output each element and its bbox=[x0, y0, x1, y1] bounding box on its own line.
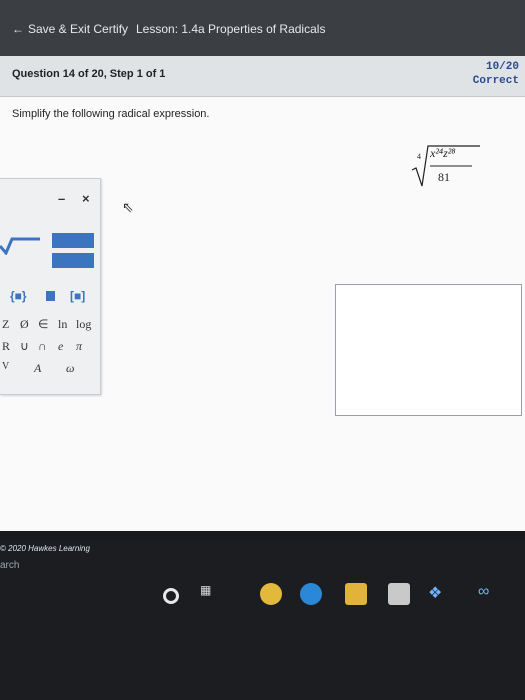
omega-symbol-button[interactable]: ω bbox=[66, 361, 74, 376]
a-symbol-button[interactable]: A bbox=[34, 361, 41, 376]
reals-symbol-button[interactable]: R bbox=[2, 339, 10, 354]
bracket-button[interactable]: [■] bbox=[70, 289, 85, 303]
empty-set-symbol-button[interactable]: Ø bbox=[20, 317, 29, 332]
log-button[interactable]: log bbox=[76, 317, 91, 332]
integers-symbol-button[interactable]: Z bbox=[2, 317, 9, 332]
fraction-top-icon bbox=[52, 233, 94, 248]
question-title: Question 14 of 20, Step 1 of 1 bbox=[12, 68, 166, 80]
radical-index: 4 bbox=[417, 152, 421, 161]
pi-symbol-button[interactable]: π bbox=[76, 339, 82, 354]
top-bar: ← Save & Exit Certify Lesson: 1.4a Prope… bbox=[0, 0, 525, 56]
save-exit-button[interactable]: ← Save & Exit Certify bbox=[12, 22, 128, 36]
score-value: 10/20 bbox=[485, 61, 519, 73]
sqrt-icon bbox=[0, 237, 40, 256]
ln-button[interactable]: ln bbox=[58, 317, 67, 332]
arrow-left-icon: ← bbox=[12, 22, 24, 36]
answer-input[interactable] bbox=[335, 284, 522, 416]
radical-denominator: 81 bbox=[438, 170, 450, 184]
status-badge: Correct bbox=[472, 75, 519, 87]
sqrt-template-button[interactable] bbox=[0, 237, 40, 256]
vee-symbol-button[interactable]: V bbox=[2, 361, 9, 372]
palette-close-button[interactable]: × bbox=[82, 191, 90, 206]
mouse-pointer-icon: ⇖ bbox=[122, 199, 134, 215]
content-area: Question 14 of 20, Step 1 of 1 10/20 Cor… bbox=[0, 56, 525, 553]
cortana-icon[interactable] bbox=[163, 588, 179, 604]
taskbar bbox=[0, 540, 525, 700]
question-instruction: Simplify the following radical expressio… bbox=[12, 108, 210, 120]
dropbox-icon[interactable]: ❖ bbox=[428, 583, 450, 605]
union-symbol-button[interactable]: ∪ bbox=[20, 339, 29, 354]
task-view-icon[interactable]: ▦ bbox=[200, 583, 222, 605]
lesson-title: Lesson: 1.4a Properties of Radicals bbox=[136, 22, 326, 36]
element-of-symbol-button[interactable]: ∈ bbox=[38, 317, 48, 332]
score-status: 10/20 Correct bbox=[473, 60, 519, 88]
palette-minimize-button[interactable]: – bbox=[58, 191, 65, 206]
set-braces-button[interactable]: {■} bbox=[10, 289, 27, 303]
math-palette: – × {■} [■] Z Ø ∈ ln log R ∪ ∩ e π V A ω bbox=[0, 178, 101, 395]
fraction-template-button[interactable] bbox=[52, 233, 94, 271]
infinity-icon[interactable]: ∞ bbox=[478, 583, 500, 605]
chrome-icon[interactable] bbox=[260, 583, 282, 605]
edge-icon[interactable] bbox=[300, 583, 322, 605]
copyright-text: © 2020 Hawkes Learning bbox=[0, 544, 90, 553]
file-explorer-icon[interactable] bbox=[345, 583, 367, 605]
question-bar: Question 14 of 20, Step 1 of 1 10/20 Cor… bbox=[0, 56, 525, 97]
intersection-symbol-button[interactable]: ∩ bbox=[38, 339, 47, 354]
save-exit-label: Save & Exit Certify bbox=[28, 22, 129, 36]
filled-square-button[interactable] bbox=[46, 291, 55, 301]
store-icon[interactable] bbox=[388, 583, 410, 605]
radical-numerator: x²⁴z²⁸ bbox=[430, 146, 456, 160]
fraction-bottom-icon bbox=[52, 253, 94, 268]
e-symbol-button[interactable]: e bbox=[58, 339, 63, 354]
radical-expression: 4 x²⁴z²⁸ 81 bbox=[398, 140, 488, 190]
taskbar-search[interactable]: arch bbox=[0, 560, 19, 571]
